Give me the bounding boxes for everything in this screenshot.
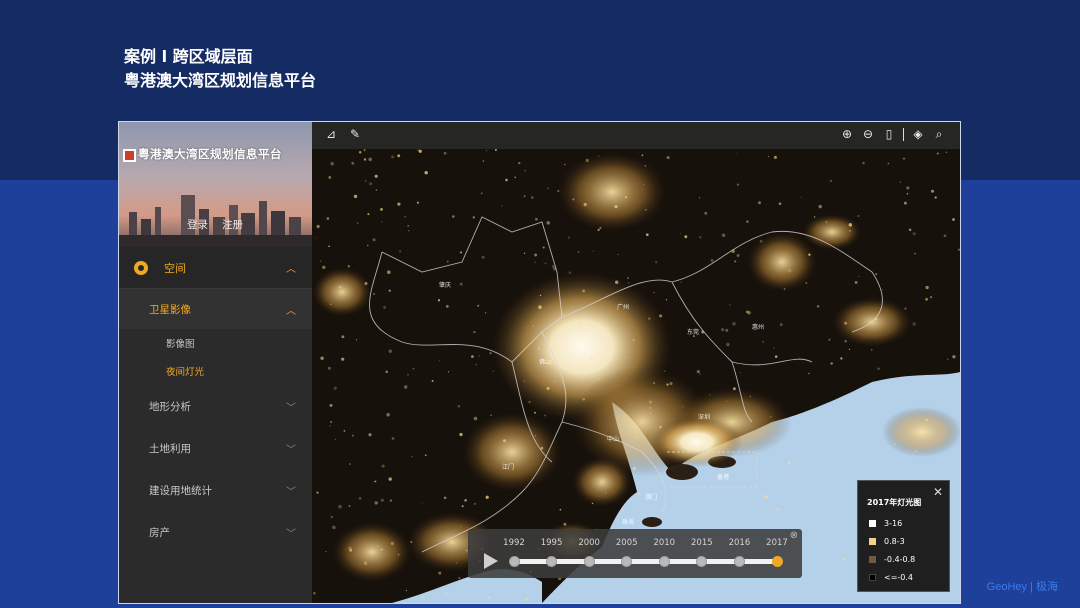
timeline-year-dot[interactable] (583, 556, 595, 567)
timeline-year-dot[interactable] (546, 556, 558, 567)
app-name: 粤港澳大湾区规划信息平台 (138, 147, 282, 161)
city-label: 惠州 (752, 324, 765, 331)
zoom-in-icon[interactable]: ⊕ (840, 127, 854, 142)
menu-section-space[interactable]: 空间 ︿ (119, 247, 312, 289)
map-view[interactable]: 肇庆 广州 佛山 东莞 惠州 深圳 江门 中山 珠海 香港 澳门 ⊿ ✎ ⊕ ⊖… (312, 122, 960, 603)
play-icon[interactable] (484, 553, 498, 569)
legend-entry: -0.4-0.8 (869, 555, 915, 564)
legend-title: 2017年灯光图 (867, 498, 922, 507)
legend-label: <=-0.4 (884, 573, 914, 582)
slide-title-line2: 粤港澳大湾区规划信息平台 (124, 71, 317, 90)
menu-group-construction[interactable]: 建设用地统计 ﹀ (119, 469, 312, 511)
close-icon[interactable]: ✕ (933, 485, 943, 499)
auth-links: 登录 注册 (187, 217, 257, 232)
city-label: 佛山 (539, 359, 552, 366)
legend-swatch (869, 556, 876, 563)
timeline-year-label: 1992 (503, 538, 525, 548)
legend-label: 0.8-3 (884, 537, 905, 546)
chevron-up-icon: ︿ (286, 305, 296, 317)
timeline-year-label: 2005 (615, 538, 638, 548)
menu-group-realestate[interactable]: 房产 ﹀ (119, 511, 312, 553)
menu-item-night-lights[interactable]: 夜间灯光 (119, 357, 312, 385)
radiation-icon (134, 260, 148, 275)
city-label: 澳门 (645, 494, 658, 501)
toolbar-divider (903, 128, 904, 141)
city-label: 东莞 (687, 329, 700, 336)
menu-section-label: 空间 (164, 261, 186, 275)
city-label: 珠海 (622, 519, 635, 526)
legend-swatch (869, 574, 876, 581)
layers-icon[interactable]: ◈ (911, 127, 925, 142)
timeline-year-label: 2016 (728, 538, 751, 548)
chevron-down-icon: ﹀ (286, 486, 296, 498)
legend-label: -0.4-0.8 (884, 555, 916, 564)
timeline-year-label: 1995 (540, 538, 563, 548)
timeline-year-label: 2017 (766, 538, 788, 548)
chevron-down-icon: ﹀ (286, 528, 296, 540)
city-label: 广州 (617, 304, 630, 311)
sidebar-banner: 粤港澳大湾区规划信息平台 登录 注册 (119, 122, 312, 247)
timeline-year-label: 2010 (653, 538, 676, 548)
login-link[interactable]: 登录 (187, 219, 208, 231)
app-logo-icon (123, 149, 136, 162)
zoom-out-icon[interactable]: ⊖ (861, 127, 875, 142)
timeline-year-label: 2000 (578, 538, 600, 548)
city-label: 深圳 (698, 414, 711, 421)
search-icon[interactable]: ⌕ (932, 127, 946, 142)
legend-swatch (869, 520, 876, 527)
city-label: 肇庆 (439, 282, 452, 289)
legend-entry: 0.8-3 (869, 537, 905, 546)
legend-entry: 3-16 (869, 519, 902, 528)
menu-group-label: 建设用地统计 (149, 484, 212, 497)
map-toolbar: ⊿ ✎ ⊕ ⊖ ▯ ◈ ⌕ (312, 122, 960, 149)
timeline-year-dot[interactable] (508, 556, 520, 567)
timeline-year-dot[interactable] (771, 556, 783, 567)
chevron-down-icon: ﹀ (286, 444, 296, 456)
legend-label: 3-16 (884, 519, 903, 528)
draw-icon[interactable]: ✎ (348, 127, 362, 142)
book-icon[interactable]: ▯ (882, 127, 896, 142)
sidebar: 粤港澳大湾区规划信息平台 登录 注册 空间 ︿ 卫星影像 ︿ 影像图 夜间灯光 … (119, 122, 312, 603)
menu-group-label: 土地利用 (149, 442, 191, 455)
timeline-control: ⊗ 1992 1995 2000 2005 2010 2015 2016 2017 (468, 529, 802, 578)
brand-footer: GeoHey | 极海 (986, 581, 1058, 593)
timeline-year-label: 2015 (691, 538, 713, 548)
city-label: 江门 (502, 464, 515, 471)
city-label: 香港 (717, 474, 730, 481)
menu-item-image-map[interactable]: 影像图 (119, 329, 312, 357)
chevron-up-icon: ︿ (286, 264, 296, 275)
timeline-year-dot[interactable] (658, 556, 670, 567)
chevron-down-icon: ﹀ (286, 402, 296, 414)
menu-group-landuse[interactable]: 土地利用 ﹀ (119, 427, 312, 469)
register-link[interactable]: 注册 (222, 219, 243, 231)
timeline-year-dot[interactable] (621, 556, 633, 567)
menu-group-label: 地形分析 (149, 400, 191, 413)
slide-title-line1: 案例 l 跨区域层面 (124, 47, 253, 66)
city-label: 中山 (607, 436, 620, 443)
menu-group-label: 房产 (149, 526, 170, 539)
legend-panel: ✕ 2017年灯光图 3-16 0.8-3 -0.4-0.8 <=-0.4 (857, 480, 950, 592)
timeline-year-dot[interactable] (696, 556, 708, 567)
timeline-year-dot[interactable] (733, 556, 745, 567)
slide-title: 案例 l 跨区域层面 粤港澳大湾区规划信息平台 (124, 45, 316, 93)
legend-swatch (869, 538, 876, 545)
menu-group-terrain[interactable]: 地形分析 ﹀ (119, 385, 312, 427)
app-window: 粤港澳大湾区规划信息平台 登录 注册 空间 ︿ 卫星影像 ︿ 影像图 夜间灯光 … (118, 121, 961, 604)
legend-entry: <=-0.4 (869, 573, 913, 582)
menu-group-satellite[interactable]: 卫星影像 ︿ (119, 289, 312, 329)
menu-group-label: 卫星影像 (149, 303, 191, 316)
measure-icon[interactable]: ⊿ (324, 127, 338, 142)
